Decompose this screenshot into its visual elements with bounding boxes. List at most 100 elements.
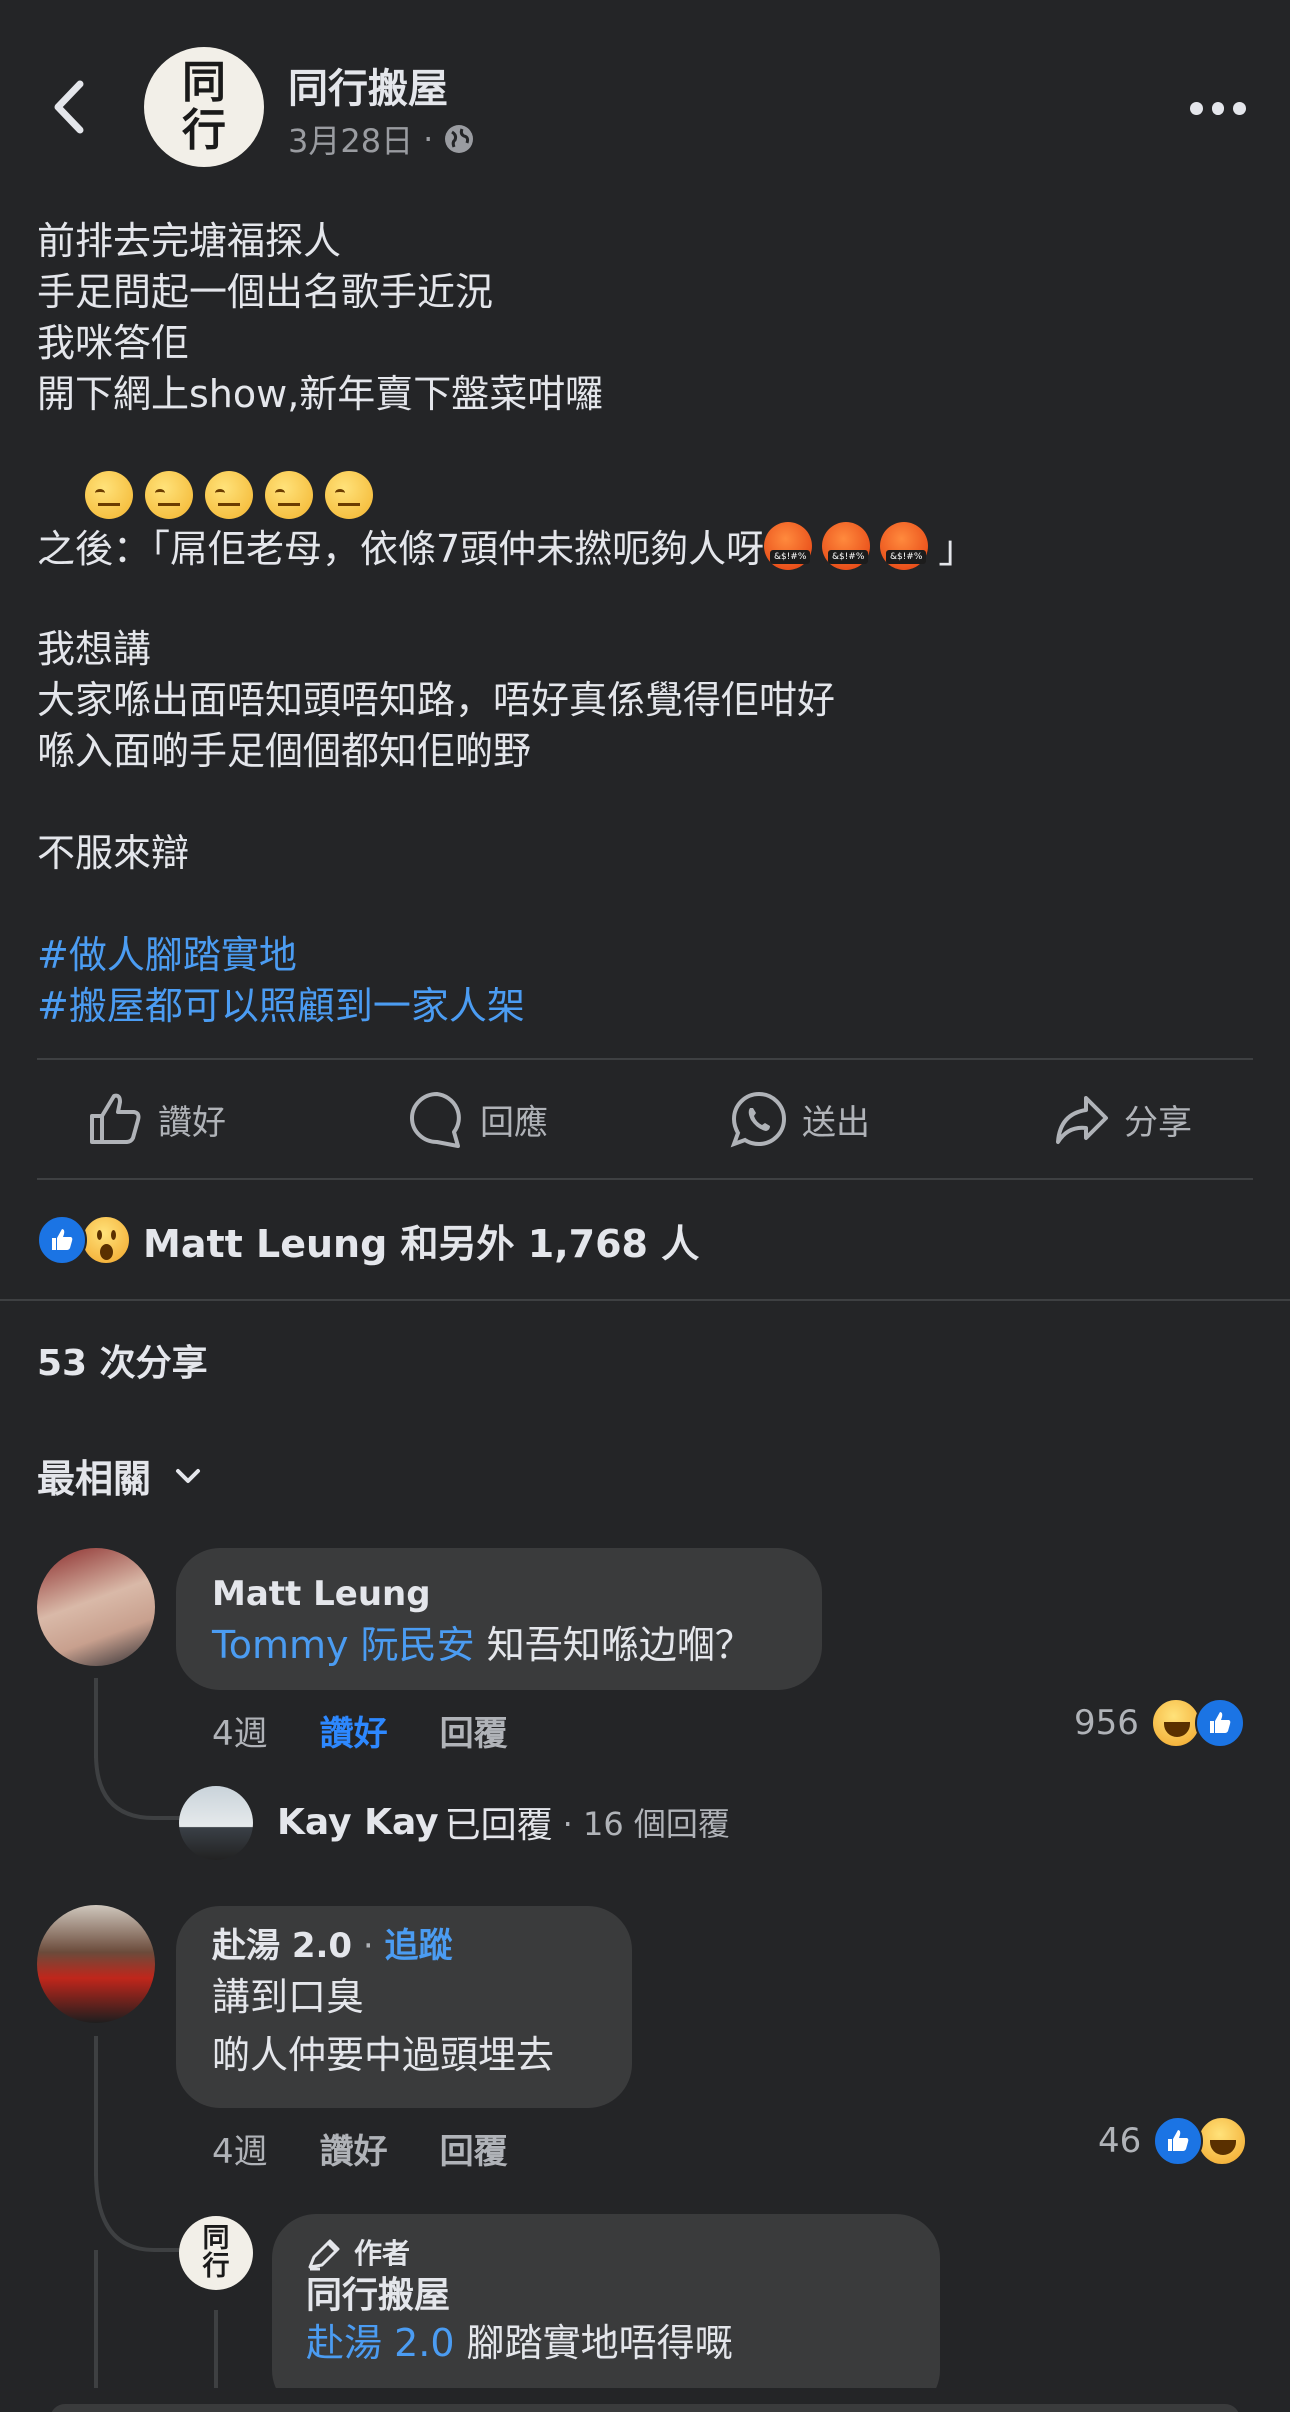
post-line-text: 」 [938,527,977,571]
haha-reaction-icon [1150,1698,1201,1748]
whatsapp-icon [730,1091,786,1148]
comment-reaction-count[interactable]: 956 [1074,1698,1245,1748]
mention-link[interactable]: 赴湯 2.0 [306,2321,455,2365]
raised-eyebrow-emoji-icon [325,471,374,519]
comment-like-button[interactable]: 讚好 [320,1706,388,1755]
comment-header: 赴湯 2.0 · 追蹤 [212,1924,596,1968]
post-line: 前排去完塘福探人 [37,219,342,263]
hashtag-link[interactable]: #搬屋都可以照顧到一家人架 [37,981,1237,1032]
divider [0,1299,1290,1301]
thread-curve [94,2172,180,2252]
page-name[interactable]: 同行搬屋 [288,56,448,114]
dot-icon [1190,101,1203,115]
post-line: 不服來辯 [37,831,190,875]
post-line-text: 之後：「屌佢老母，依條7頭仲未撚呃夠人呀 [37,527,765,571]
chevron-down-icon [176,1468,201,1483]
post-line: 開下網上show,新年賣下盤菜咁囉 [37,372,604,416]
replied-label: 已回覆 [444,1805,553,1846]
thumbs-up-icon [90,1093,141,1144]
post-meta: 3月28日 · [288,116,475,162]
reactions-text: Matt Leung 和另外 1,768 人 [143,1221,700,1266]
comment-body: 啲人仲要中過頭埋去 [212,2033,555,2077]
view-replies-link[interactable]: Kay Kay 已回覆 · 16 個回覆 [277,1796,730,1848]
commenter-name[interactable]: 赴湯 2.0 [212,1926,352,1966]
author-avatar[interactable]: 同 行 [179,2216,253,2290]
pencil-icon [308,2239,340,2271]
raised-eyebrow-emoji-icon [205,471,254,519]
like-reaction-icon [37,1215,87,1265]
comment-time: 4週 [212,1714,268,1754]
post-line: 我咪答佢 [37,321,190,365]
share-label: 分享 [1124,1102,1192,1143]
share-arrow-icon [1056,1096,1108,1144]
send-button[interactable]: 送出 [728,1084,870,1154]
raised-eyebrow-emoji-icon [85,471,134,519]
post-line: 我想講 [37,627,152,671]
comment-sort-dropdown[interactable]: 最相關 [37,1448,203,1503]
commenter-avatar[interactable] [37,1905,155,2023]
share-button[interactable]: 分享 [1050,1084,1192,1154]
comment-reply-button[interactable]: 回覆 [440,2124,508,2173]
author-name[interactable]: 同行搬屋 [306,2274,906,2318]
author-badge-label: 作者 [354,2237,411,2270]
author-badge: 作者 [306,2234,906,2274]
commenter-name[interactable]: Matt Leung [212,1572,786,1616]
reply-count: · 16 個回覆 [562,1805,730,1843]
post-header: 同 行 同行搬屋 3月28日 · [0,0,1290,200]
thread-line [94,1678,98,1758]
replier-name: Kay Kay [277,1801,439,1843]
thread-curve [94,1754,180,1820]
send-label: 送出 [802,1102,870,1143]
hashtag-link[interactable]: #做人腳踏實地 [37,930,1237,981]
thread-line [94,2036,98,2176]
post-body: 前排去完塘福探人 手足問起一個出名歌手近況 我咪答佢 開下網上show,新年賣下… [37,216,1237,1032]
more-options-button[interactable] [1190,96,1247,120]
cursing-face-emoji-icon [822,522,871,570]
comment-reply-button[interactable]: 回覆 [440,1706,508,1755]
comment-reaction-count[interactable]: 46 [1098,2116,1248,2166]
dot-icon [1211,101,1225,115]
emoji-row [37,420,1237,519]
meta-separator: · [352,1926,385,1966]
post-actions: 讚好 回應 送出 分享 [0,1060,1290,1178]
cursing-face-emoji-icon [880,522,929,570]
follow-button[interactable]: 追蹤 [385,1926,453,1966]
sort-label: 最相關 [37,1457,152,1501]
avatar-logo-char: 行 [202,2251,230,2282]
avatar-logo-char: 行 [182,105,226,156]
divider [37,1178,1253,1180]
reply-text: 赴湯 2.0 腳踏實地唔得嘅 [306,2318,906,2368]
post-line: 大家喺出面唔知頭唔知路，唔好真係覺得佢咁好 [37,678,836,722]
post-date[interactable]: 3月28日 [288,116,413,162]
like-button[interactable]: 讚好 [84,1084,226,1154]
comment-like-button[interactable]: 讚好 [320,2124,388,2173]
cursing-face-emoji-icon [764,522,813,570]
back-button[interactable] [40,72,100,142]
reaction-count: 956 [1074,1703,1139,1743]
comment-body: 知吾知喺边嗰？ [474,1623,753,1667]
mention-link[interactable]: Tommy 阮民安 [212,1623,475,1667]
replier-avatar[interactable] [179,1786,253,1860]
share-count[interactable]: 53 次分享 [37,1334,208,1386]
comment-meta: 4週 讚好 回覆 [212,2124,508,2173]
comment-text: Tommy 阮民安 知吾知喺边嗰？ [212,1616,786,1674]
like-reaction-icon [1153,2116,1204,2166]
avatar-logo-char: 同 [202,2223,230,2254]
meta-separator: · [423,120,434,158]
comment-body: 講到口臭 [212,1975,365,2019]
comment-bubble: 赴湯 2.0 · 追蹤 講到口臭 啲人仲要中過頭埋去 [176,1906,632,2108]
reaction-count: 46 [1098,2121,1142,2161]
reactions-summary[interactable]: Matt Leung 和另外 1,768 人 [37,1210,699,1270]
haha-reaction-icon [1197,2116,1248,2166]
avatar-logo-char: 同 [182,57,226,108]
page-avatar[interactable]: 同 行 [144,47,264,167]
wow-reaction-icon [81,1215,131,1265]
comment-input[interactable] [50,2404,1240,2412]
raised-eyebrow-emoji-icon [145,471,194,519]
commenter-avatar[interactable] [37,1548,155,1666]
like-label: 讚好 [158,1102,226,1143]
chevron-left-icon [54,80,84,134]
reply-bubble: 作者 同行搬屋 赴湯 2.0 腳踏實地唔得嘅 [272,2214,940,2412]
like-reaction-icon [1194,1698,1245,1748]
comment-button[interactable]: 回應 [406,1084,548,1154]
